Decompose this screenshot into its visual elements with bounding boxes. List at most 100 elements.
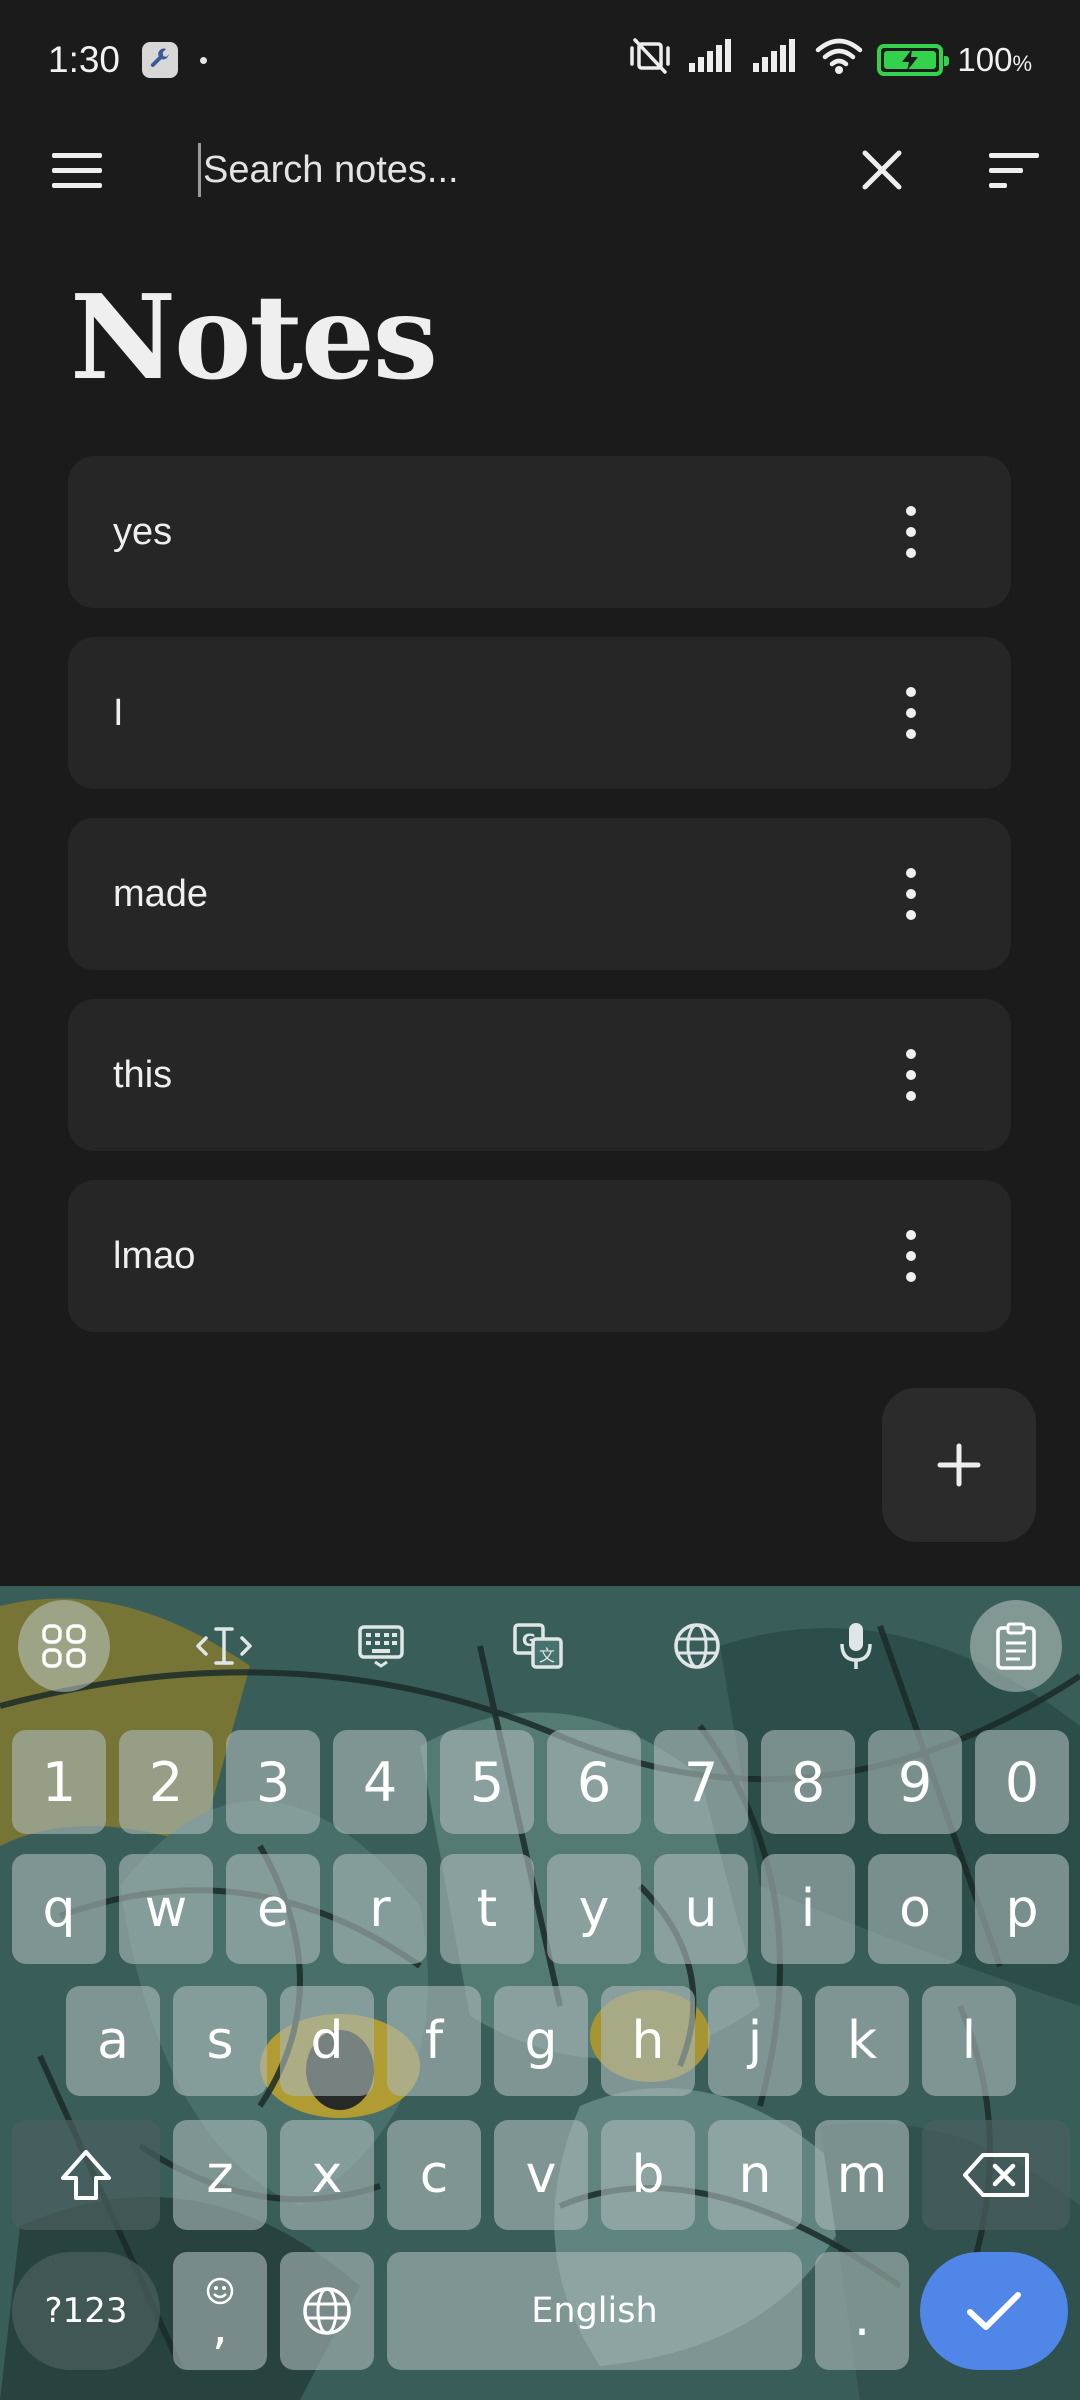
- menu-button[interactable]: [27, 120, 127, 220]
- key-z[interactable]: z: [173, 2120, 267, 2230]
- key-g[interactable]: g: [494, 1986, 588, 2096]
- key-k[interactable]: k: [815, 1986, 909, 2096]
- key-t[interactable]: t: [440, 1854, 534, 1964]
- key-a[interactable]: a: [66, 1986, 160, 2096]
- note-title: yes: [113, 510, 173, 553]
- globe-key[interactable]: [280, 2252, 374, 2370]
- key-x[interactable]: x: [280, 2120, 374, 2230]
- wrench-icon: [142, 42, 179, 78]
- note-card[interactable]: yes: [68, 456, 1011, 608]
- key-l[interactable]: l: [922, 1986, 1016, 2096]
- more-vert-icon: [906, 1049, 916, 1059]
- globe-icon: [303, 2287, 351, 2335]
- notes-screen: 1:30 100% Search notes... Notes yes I ma…: [0, 0, 1080, 2400]
- key-e[interactable]: e: [226, 1854, 320, 1964]
- clipboard-icon: [996, 1622, 1036, 1670]
- microphone-icon: [840, 1623, 872, 1669]
- note-card[interactable]: I: [68, 637, 1011, 789]
- key-w[interactable]: w: [119, 1854, 213, 1964]
- key-r[interactable]: r: [333, 1854, 427, 1964]
- key-c[interactable]: c: [387, 2120, 481, 2230]
- comma-label: ,: [212, 2297, 228, 2355]
- text-edit-button[interactable]: [178, 1600, 270, 1692]
- svg-text:G: G: [522, 1631, 536, 1651]
- key-2[interactable]: 2: [119, 1730, 213, 1834]
- key-s[interactable]: s: [173, 1986, 267, 2096]
- status-right: 100%: [627, 36, 1032, 85]
- voice-input-button[interactable]: [810, 1600, 902, 1692]
- more-vert-icon: [906, 687, 916, 697]
- more-options-button[interactable]: [891, 673, 931, 753]
- battery-charging-icon: [877, 44, 950, 76]
- one-handed-keyboard-button[interactable]: [335, 1600, 427, 1692]
- space-key[interactable]: English: [387, 2252, 802, 2370]
- translate-icon: G 文: [513, 1623, 563, 1669]
- notification-dot-icon: [200, 56, 208, 64]
- hamburger-menu-icon: [52, 153, 102, 188]
- more-options-button[interactable]: [891, 854, 931, 934]
- key-6[interactable]: 6: [547, 1730, 641, 1834]
- key-9[interactable]: 9: [868, 1730, 962, 1834]
- note-card[interactable]: made: [68, 818, 1011, 970]
- done-key[interactable]: [920, 2252, 1068, 2370]
- key-o[interactable]: o: [868, 1854, 962, 1964]
- language-button[interactable]: [651, 1600, 743, 1692]
- sort-button[interactable]: [964, 120, 1064, 220]
- backspace-key[interactable]: [922, 2120, 1070, 2230]
- vibrate-off-icon: [627, 36, 673, 85]
- key-u[interactable]: u: [654, 1854, 748, 1964]
- page-title: Notes: [70, 270, 438, 406]
- status-bar: 1:30 100%: [0, 0, 1080, 120]
- signal-icon: [687, 38, 737, 83]
- wifi-icon: [815, 37, 863, 84]
- backspace-icon: [963, 2153, 1029, 2197]
- key-3[interactable]: 3: [226, 1730, 320, 1834]
- key-i[interactable]: i: [761, 1854, 855, 1964]
- key-m[interactable]: m: [815, 2120, 909, 2230]
- key-q[interactable]: q: [12, 1854, 106, 1964]
- key-v[interactable]: v: [494, 2120, 588, 2230]
- more-options-button[interactable]: [891, 1035, 931, 1115]
- key-7[interactable]: 7: [654, 1730, 748, 1834]
- clipboard-button[interactable]: [970, 1600, 1062, 1692]
- translate-button[interactable]: G 文: [492, 1600, 584, 1692]
- period-key[interactable]: .: [815, 2252, 909, 2370]
- key-f[interactable]: f: [387, 1986, 481, 2096]
- plus-icon: [937, 1443, 981, 1487]
- key-j[interactable]: j: [708, 1986, 802, 2096]
- add-note-button[interactable]: [882, 1388, 1036, 1542]
- soft-keyboard: G 文 1 2 3 4 5 6 7 8 9 0 q w e r t y u i …: [0, 1586, 1080, 2400]
- grid-icon: [42, 1624, 86, 1668]
- more-options-button[interactable]: [891, 1216, 931, 1296]
- key-1[interactable]: 1: [12, 1730, 106, 1834]
- key-p[interactable]: p: [975, 1854, 1069, 1964]
- key-5[interactable]: 5: [440, 1730, 534, 1834]
- more-vert-icon: [906, 1230, 916, 1240]
- clear-search-button[interactable]: [832, 120, 932, 220]
- key-d[interactable]: d: [280, 1986, 374, 2096]
- note-title: this: [113, 1053, 173, 1096]
- sort-icon: [989, 153, 1039, 188]
- battery-percent: 100%: [957, 41, 1032, 78]
- key-y[interactable]: y: [547, 1854, 641, 1964]
- apps-button[interactable]: [18, 1600, 110, 1692]
- globe-icon: [674, 1623, 720, 1669]
- shift-key[interactable]: [12, 2120, 160, 2230]
- key-8[interactable]: 8: [761, 1730, 855, 1834]
- key-n[interactable]: n: [708, 2120, 802, 2230]
- more-vert-icon: [906, 506, 916, 516]
- key-b[interactable]: b: [601, 2120, 695, 2230]
- key-0[interactable]: 0: [975, 1730, 1069, 1834]
- note-card[interactable]: lmao: [68, 1180, 1011, 1332]
- search-input[interactable]: [203, 140, 803, 200]
- key-h[interactable]: h: [601, 1986, 695, 2096]
- note-card[interactable]: this: [68, 999, 1011, 1151]
- comma-key[interactable]: ,: [173, 2252, 267, 2370]
- status-time: 1:30: [48, 39, 121, 80]
- more-options-button[interactable]: [891, 492, 931, 572]
- search-field[interactable]: [198, 140, 803, 200]
- text-cursor: [198, 143, 201, 197]
- symbols-key[interactable]: ?123: [12, 2252, 160, 2370]
- key-4[interactable]: 4: [333, 1730, 427, 1834]
- status-left: 1:30: [48, 39, 208, 81]
